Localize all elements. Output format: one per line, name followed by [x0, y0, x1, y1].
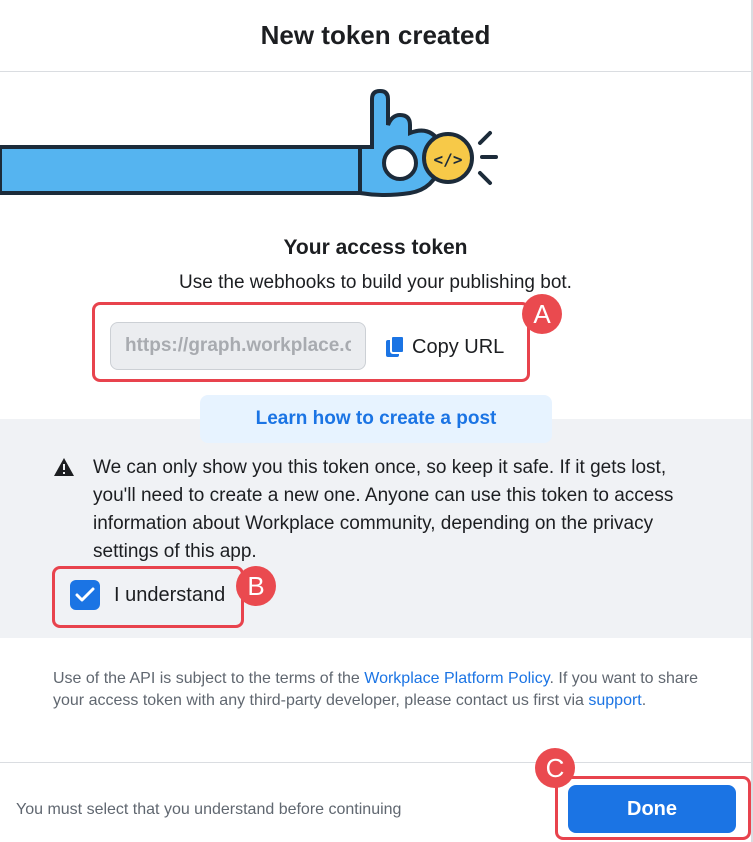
warning-icon: [54, 458, 74, 476]
annotation-badge-c: C: [535, 748, 575, 788]
access-token-description: Use the webhooks to build your publishin…: [179, 272, 572, 293]
dialog-title: New token created: [260, 20, 491, 50]
legal-prefix: Use of the API is subject to the terms o…: [53, 670, 365, 687]
access-token-title: Your access token: [283, 236, 468, 259]
platform-policy-link[interactable]: Workplace Platform Policy: [364, 670, 549, 687]
footer-message: You must select that you understand befo…: [16, 801, 402, 818]
svg-text:</>: </>: [434, 150, 463, 169]
annotation-box-b: [52, 566, 244, 628]
annotation-box-c: [555, 776, 751, 840]
ok-hand-illustration: </>: [0, 88, 498, 197]
token-dialog: New token created </> Your access token …: [0, 0, 753, 842]
support-link[interactable]: support: [588, 692, 641, 709]
annotation-box-a: [92, 302, 530, 382]
learn-create-post-button[interactable]: Learn how to create a post: [200, 395, 552, 443]
legal-notice: Use of the API is subject to the terms o…: [53, 668, 713, 712]
annotation-badge-b: B: [236, 566, 276, 606]
annotation-badge-a: A: [522, 294, 562, 334]
warning-text: We can only show you this token once, so…: [93, 457, 674, 562]
dialog-header: New token created: [0, 0, 751, 72]
legal-suffix: .: [641, 692, 647, 709]
